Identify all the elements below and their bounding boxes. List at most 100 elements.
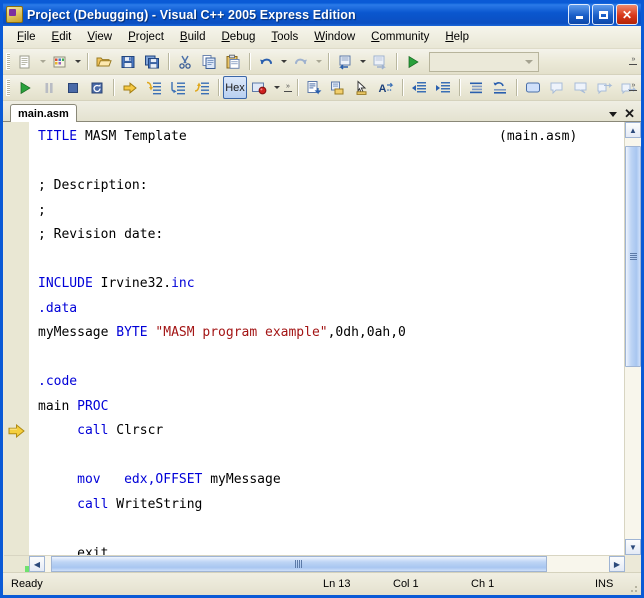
horizontal-scroll-track[interactable] xyxy=(45,556,609,572)
toolbar-grip[interactable] xyxy=(6,79,10,96)
close-document-icon[interactable]: ✕ xyxy=(624,107,635,120)
decrease-indent-button[interactable] xyxy=(407,76,431,99)
step-into-icon xyxy=(146,80,162,96)
toolbar-grip[interactable] xyxy=(6,53,10,70)
scroll-up-button[interactable]: ▲ xyxy=(625,122,641,138)
code-line[interactable]: ; Description: xyxy=(29,174,624,199)
horizontal-scrollbar[interactable]: ◀ ▶ xyxy=(29,555,625,572)
close-button[interactable]: ✕ xyxy=(616,4,638,25)
toolbar-separator xyxy=(168,53,169,70)
navigate-back-button[interactable] xyxy=(333,50,357,73)
increase-indent-button[interactable] xyxy=(431,76,455,99)
tab-main-asm[interactable]: main.asm xyxy=(10,104,77,122)
menu-build[interactable]: Build xyxy=(172,28,214,46)
code-line[interactable] xyxy=(29,150,624,175)
code-keyword: PROC xyxy=(77,398,109,414)
code-line[interactable]: call WriteString xyxy=(29,493,624,518)
menu-debug[interactable]: Debug xyxy=(213,28,263,46)
code-line[interactable]: ; Revision date: xyxy=(29,223,624,248)
menu-project[interactable]: Project xyxy=(120,28,172,46)
menu-view[interactable]: View xyxy=(79,28,120,46)
step-over-button[interactable] xyxy=(166,76,190,99)
hex-toggle-button[interactable]: Hex xyxy=(223,76,247,99)
toggle-bookmark-button[interactable] xyxy=(350,76,374,99)
step-out-button[interactable] xyxy=(190,76,214,99)
code-line[interactable]: myMessage BYTE "MASM program example",0d… xyxy=(29,321,624,346)
code-line[interactable]: exit xyxy=(29,542,624,556)
new-item-button[interactable] xyxy=(13,50,37,73)
code-line[interactable]: .code xyxy=(29,370,624,395)
code-line[interactable]: TITLE MASM Template (main.asm) xyxy=(29,125,624,150)
standard-toolbar-overflow[interactable]: » xyxy=(627,50,639,72)
code-line[interactable] xyxy=(29,444,624,469)
scroll-down-button[interactable]: ▼ xyxy=(625,539,641,555)
menu-help[interactable]: Help xyxy=(437,28,477,46)
debug-toolbar-overflow-left[interactable]: » xyxy=(282,77,293,99)
breakpoints-button[interactable] xyxy=(247,76,271,99)
code-line[interactable] xyxy=(29,248,624,273)
editor-indicator-margin[interactable] xyxy=(4,122,29,572)
copy-button[interactable] xyxy=(197,50,221,73)
resize-grip-icon[interactable] xyxy=(627,582,639,594)
code-line[interactable]: INCLUDE Irvine32.inc xyxy=(29,272,624,297)
toggle-all-outlining-button[interactable] xyxy=(464,76,488,99)
comment-selection-button[interactable] xyxy=(302,76,326,99)
scroll-left-button[interactable]: ◀ xyxy=(29,556,45,572)
code-line[interactable]: call Clrscr xyxy=(29,419,624,444)
vertical-scroll-thumb[interactable] xyxy=(625,146,641,367)
menu-tools[interactable]: Tools xyxy=(263,28,306,46)
undo-button[interactable] xyxy=(254,50,278,73)
undo-dropdown[interactable] xyxy=(278,51,289,72)
paste-button[interactable] xyxy=(221,50,245,73)
new-project-button[interactable] xyxy=(48,50,72,73)
code-text-area[interactable]: TITLE MASM Template (main.asm) ; Descripti… xyxy=(29,122,624,555)
navigate-forward-button[interactable] xyxy=(368,50,392,73)
menu-community[interactable]: Community xyxy=(363,28,437,46)
save-button[interactable] xyxy=(116,50,140,73)
code-line[interactable]: ; xyxy=(29,199,624,224)
code-text: Clrscr xyxy=(108,423,164,438)
undo-outlining-button[interactable] xyxy=(488,76,512,99)
menu-window[interactable]: Window xyxy=(306,28,363,46)
new-item-dropdown[interactable] xyxy=(37,51,48,72)
code-line[interactable]: mov edx,OFFSET myMessage xyxy=(29,468,624,493)
navigate-back-dropdown[interactable] xyxy=(357,51,368,72)
minimize-button[interactable] xyxy=(568,4,590,25)
redo-button[interactable] xyxy=(289,50,313,73)
show-next-statement-button[interactable] xyxy=(118,76,142,99)
stop-debugging-button[interactable] xyxy=(61,76,85,99)
start-debug-button[interactable] xyxy=(401,50,425,73)
breakpoints-dropdown[interactable] xyxy=(271,77,282,98)
window-icon xyxy=(525,80,541,96)
vertical-scroll-track[interactable] xyxy=(625,138,641,539)
display-tool-button[interactable]: A xyxy=(374,76,398,99)
toggle-window-button[interactable] xyxy=(521,76,545,99)
break-all-button[interactable] xyxy=(37,76,61,99)
window-3-button[interactable] xyxy=(593,76,617,99)
new-project-dropdown[interactable] xyxy=(72,51,83,72)
save-all-button[interactable] xyxy=(140,50,164,73)
cut-button[interactable] xyxy=(173,50,197,73)
code-line[interactable] xyxy=(29,517,624,542)
window-1-button[interactable] xyxy=(545,76,569,99)
redo-dropdown[interactable] xyxy=(313,51,324,72)
horizontal-scroll-thumb[interactable] xyxy=(50,556,547,572)
restart-button[interactable] xyxy=(85,76,109,99)
toolbar-separator xyxy=(87,53,88,70)
continue-button[interactable] xyxy=(13,76,37,99)
open-file-button[interactable] xyxy=(92,50,116,73)
vertical-scrollbar[interactable]: ▲ ▼ xyxy=(624,122,641,555)
menu-edit[interactable]: Edit xyxy=(44,28,80,46)
menu-file[interactable]: File xyxy=(9,28,44,46)
code-line[interactable]: main PROC xyxy=(29,395,624,420)
window-2-button[interactable] xyxy=(569,76,593,99)
active-files-dropdown-icon[interactable] xyxy=(609,111,618,117)
step-into-button[interactable] xyxy=(142,76,166,99)
code-line[interactable]: .data xyxy=(29,297,624,322)
uncomment-selection-button[interactable] xyxy=(326,76,350,99)
code-line[interactable] xyxy=(29,346,624,371)
maximize-button[interactable] xyxy=(592,4,614,25)
debug-toolbar-overflow[interactable]: » xyxy=(627,76,639,98)
scroll-right-button[interactable]: ▶ xyxy=(609,556,625,572)
solution-config-combo[interactable] xyxy=(429,51,539,72)
